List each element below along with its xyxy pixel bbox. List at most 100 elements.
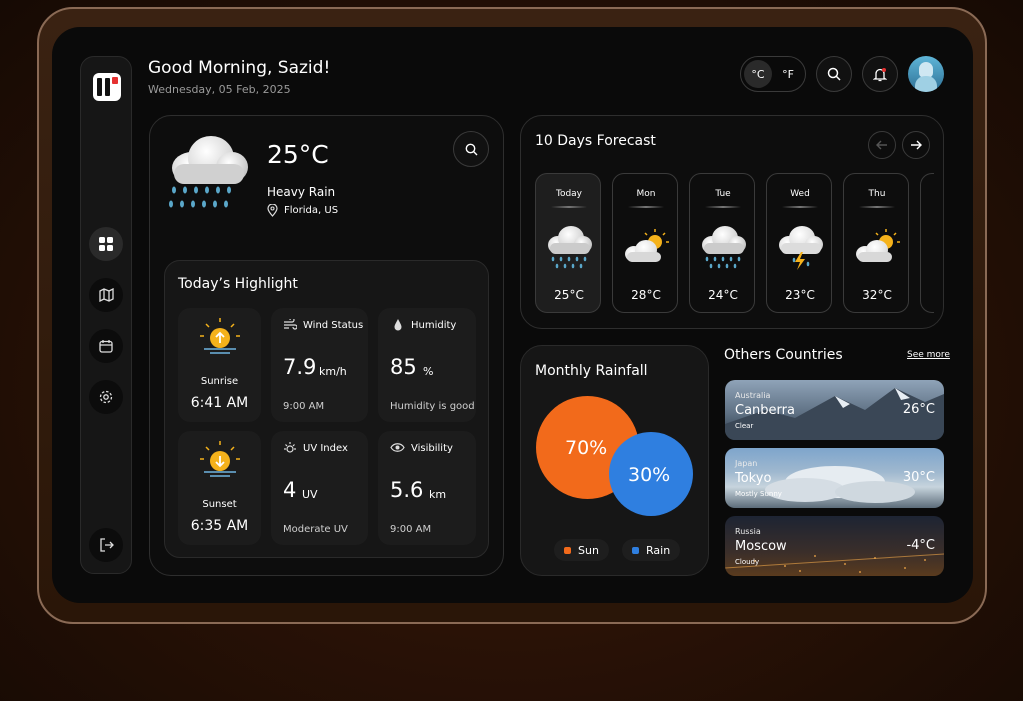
sunrise-icon: [200, 318, 240, 354]
unit-toggle: °C °F: [740, 56, 806, 92]
country-card-moscow[interactable]: Russia Moscow Cloudy -4°C: [725, 516, 944, 576]
city-condition: Cloudy: [735, 558, 760, 566]
uv-unit: UV: [302, 488, 318, 501]
rain-share-value: 30%: [628, 464, 671, 486]
city-temp: 26°C: [902, 402, 935, 417]
forecast-day-thu[interactable]: Thu 32°C: [843, 173, 909, 313]
city-name: Tokyo: [735, 471, 772, 486]
visibility-tile: Visibility 5.6 km 9:00 AM: [378, 431, 476, 545]
grid-icon: [99, 237, 113, 251]
forecast-day-label: Mon: [636, 189, 656, 199]
sunrise-label: Sunrise: [200, 376, 239, 387]
map-icon: [98, 288, 114, 302]
wind-label: Wind Status: [303, 320, 364, 331]
location-search-button[interactable]: [453, 131, 489, 167]
gear-icon: [99, 390, 113, 404]
country-card-tokyo[interactable]: Japan Tokyo Mostly Sunny 30°C: [725, 448, 944, 508]
humidity-unit: %: [423, 365, 434, 378]
current-condition: Heavy Rain: [267, 185, 336, 199]
unit-celsius-button[interactable]: °C: [744, 60, 772, 88]
legend-rain-label: Rain: [646, 543, 671, 557]
humidity-note: Humidity is good: [390, 401, 475, 412]
sunset-time: 6:35 AM: [190, 518, 249, 534]
humidity-tile: Humidity 85 % Humidity is good: [378, 308, 476, 422]
rain-cloud-icon: [546, 224, 594, 270]
legend-sun-swatch: [564, 546, 571, 554]
forecast-day-today[interactable]: Today 25°C: [535, 173, 601, 313]
sidebar-item-settings[interactable]: [89, 380, 123, 414]
search-icon: [827, 67, 841, 81]
sunset-icon: [200, 441, 240, 477]
rainfall-title: Monthly Rainfall: [535, 363, 648, 379]
visibility-time: 9:00 AM: [390, 524, 432, 535]
header-search-button[interactable]: [816, 56, 852, 92]
city-condition: Clear: [735, 422, 754, 430]
legend-rain-swatch: [632, 546, 639, 554]
unit-fahrenheit-button[interactable]: °F: [774, 60, 802, 88]
wind-unit: km/h: [319, 365, 347, 378]
see-more-link[interactable]: See more: [907, 351, 950, 360]
forecast-day-temp: 24°C: [708, 288, 738, 302]
sun-outline-icon: [284, 442, 296, 453]
forecast-day-label: Tue: [715, 189, 731, 199]
forecast-title: 10 Days Forecast: [535, 133, 656, 149]
forecast-next-button[interactable]: [902, 131, 930, 159]
eye-icon: [390, 443, 405, 452]
city-name: Canberra: [735, 403, 795, 418]
logout-button[interactable]: [89, 528, 123, 562]
monthly-rainfall-card: Monthly Rainfall 70% 30% Sun Rain: [520, 345, 709, 576]
forecast-day-label: Wed: [790, 189, 810, 199]
legend-rain: Rain: [622, 539, 681, 561]
arrow-right-icon: [911, 140, 922, 150]
city-temp: -4°C: [906, 538, 935, 553]
rain-cloud-icon: [164, 130, 254, 220]
avatar[interactable]: [908, 56, 944, 92]
sidebar-item-dashboard[interactable]: [89, 227, 123, 261]
legend-sun: Sun: [554, 539, 609, 561]
city-temp: 30°C: [902, 470, 935, 485]
current-location: Florida, US: [284, 205, 339, 216]
forecast-day-mon[interactable]: Mon 28°C: [612, 173, 678, 313]
current-weather-card: 25°C Heavy Rain Florida, US Today’s High…: [149, 115, 504, 576]
forecast-day-partial: [920, 173, 934, 313]
highlight-title: Today’s Highlight: [178, 276, 298, 292]
visibility-value: 5.6: [390, 478, 424, 502]
country-card-canberra[interactable]: Australia Canberra Clear 26°C: [725, 380, 944, 440]
wind-time: 9:00 AM: [283, 401, 325, 412]
visibility-label: Visibility: [411, 443, 453, 454]
wind-status-tile: Wind Status 7.9 km/h 9:00 AM: [271, 308, 368, 422]
forecast-day-tue[interactable]: Tue 24°C: [689, 173, 755, 313]
wind-icon: [284, 319, 297, 330]
sidebar-item-calendar[interactable]: [89, 329, 123, 363]
sidebar-item-map[interactable]: [89, 278, 123, 312]
forecast-day-temp: 25°C: [554, 288, 584, 302]
forecast-day-label: Today: [555, 189, 583, 199]
todays-highlight-panel: Today’s Highlight Sunrise 6:41 AM Wind S…: [164, 260, 489, 558]
forecast-prev-button[interactable]: [868, 131, 896, 159]
uv-value: 4: [283, 478, 297, 502]
city-name: Moscow: [735, 539, 787, 554]
humidity-value: 85: [390, 355, 417, 379]
city-condition: Mostly Sunny: [735, 490, 782, 498]
sun-share-value: 70%: [565, 437, 608, 459]
notification-button[interactable]: [862, 56, 898, 92]
legend-sun-label: Sun: [578, 543, 599, 557]
humidity-label: Humidity: [411, 320, 457, 331]
location-pin-icon: [267, 204, 278, 217]
forecast-day-temp: 32°C: [862, 288, 892, 302]
country-name: Japan: [735, 459, 758, 468]
uv-label: UV Index: [303, 443, 348, 454]
sidebar: [80, 56, 132, 574]
thunder-cloud-icon: [777, 224, 825, 270]
country-name: Australia: [735, 391, 771, 400]
partly-sunny-icon: [623, 228, 671, 268]
calendar-icon: [99, 340, 113, 353]
sunset-label: Sunset: [202, 499, 237, 510]
uv-note: Moderate UV: [283, 524, 348, 535]
sunrise-tile: Sunrise 6:41 AM: [178, 308, 261, 422]
forecast-day-label: Thu: [868, 189, 886, 199]
rain-cloud-icon: [700, 224, 748, 270]
droplet-icon: [394, 319, 402, 331]
sunrise-time: 6:41 AM: [190, 395, 249, 411]
forecast-day-wed[interactable]: Wed 23°C: [766, 173, 832, 313]
